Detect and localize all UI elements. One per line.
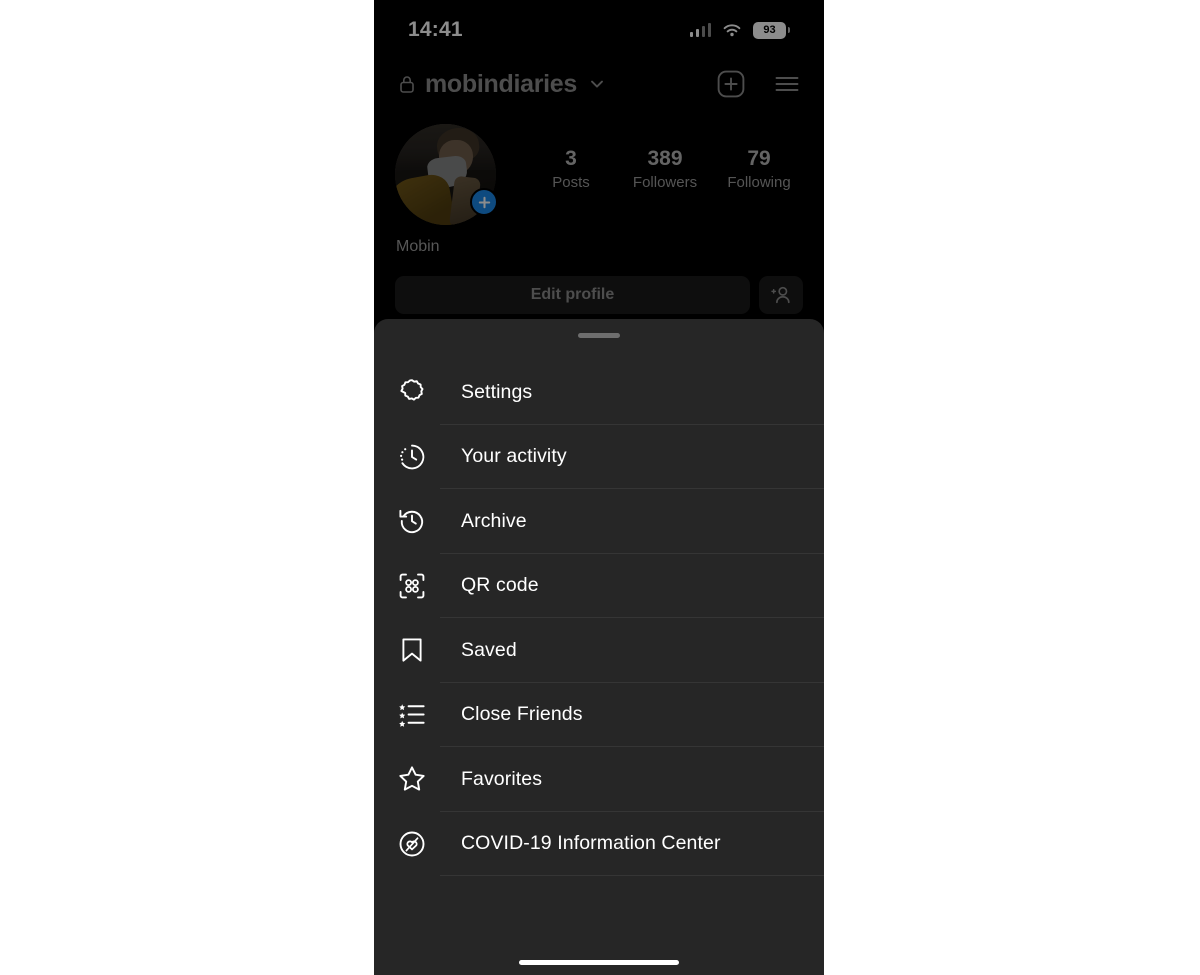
menu-item-your-activity[interactable]: Your activity bbox=[374, 425, 824, 489]
screenshot-canvas: 14:41 93 mobindiaries 3 Posts 389 Follow… bbox=[0, 0, 1200, 975]
covid-info-icon bbox=[395, 827, 429, 861]
menu-item-covid-information-center[interactable]: COVID-19 Information Center bbox=[374, 812, 824, 876]
menu-item-label: Saved bbox=[461, 638, 517, 661]
home-indicator[interactable] bbox=[519, 960, 679, 965]
bookmark-icon bbox=[395, 633, 429, 667]
sheet-menu-list: Settings Your activity Archive QR code S… bbox=[374, 360, 824, 876]
menu-item-label: Favorites bbox=[461, 767, 543, 790]
star-icon bbox=[395, 762, 429, 796]
divider bbox=[440, 875, 824, 876]
menu-item-archive[interactable]: Archive bbox=[374, 489, 824, 554]
archive-history-icon bbox=[395, 504, 429, 538]
menu-item-label: Settings bbox=[461, 380, 533, 403]
qr-code-icon bbox=[395, 569, 429, 603]
menu-item-favorites[interactable]: Favorites bbox=[374, 747, 824, 812]
menu-item-saved[interactable]: Saved bbox=[374, 618, 824, 683]
activity-clock-icon bbox=[395, 440, 429, 474]
menu-item-label: Archive bbox=[461, 509, 527, 532]
drag-handle[interactable] bbox=[578, 333, 620, 338]
menu-item-close-friends[interactable]: Close Friends bbox=[374, 683, 824, 747]
menu-item-label: Your activity bbox=[461, 445, 567, 468]
menu-item-settings[interactable]: Settings bbox=[374, 360, 824, 425]
gear-icon bbox=[395, 375, 429, 409]
menu-item-qr-code[interactable]: QR code bbox=[374, 554, 824, 618]
phone-screen: 14:41 93 mobindiaries 3 Posts 389 Follow… bbox=[374, 0, 824, 975]
profile-options-sheet: Settings Your activity Archive QR code S… bbox=[374, 319, 824, 975]
menu-item-label: QR code bbox=[461, 574, 539, 597]
menu-item-label: Close Friends bbox=[461, 703, 583, 726]
menu-item-label: COVID-19 Information Center bbox=[461, 832, 721, 855]
close-friends-star-list-icon bbox=[395, 698, 429, 732]
